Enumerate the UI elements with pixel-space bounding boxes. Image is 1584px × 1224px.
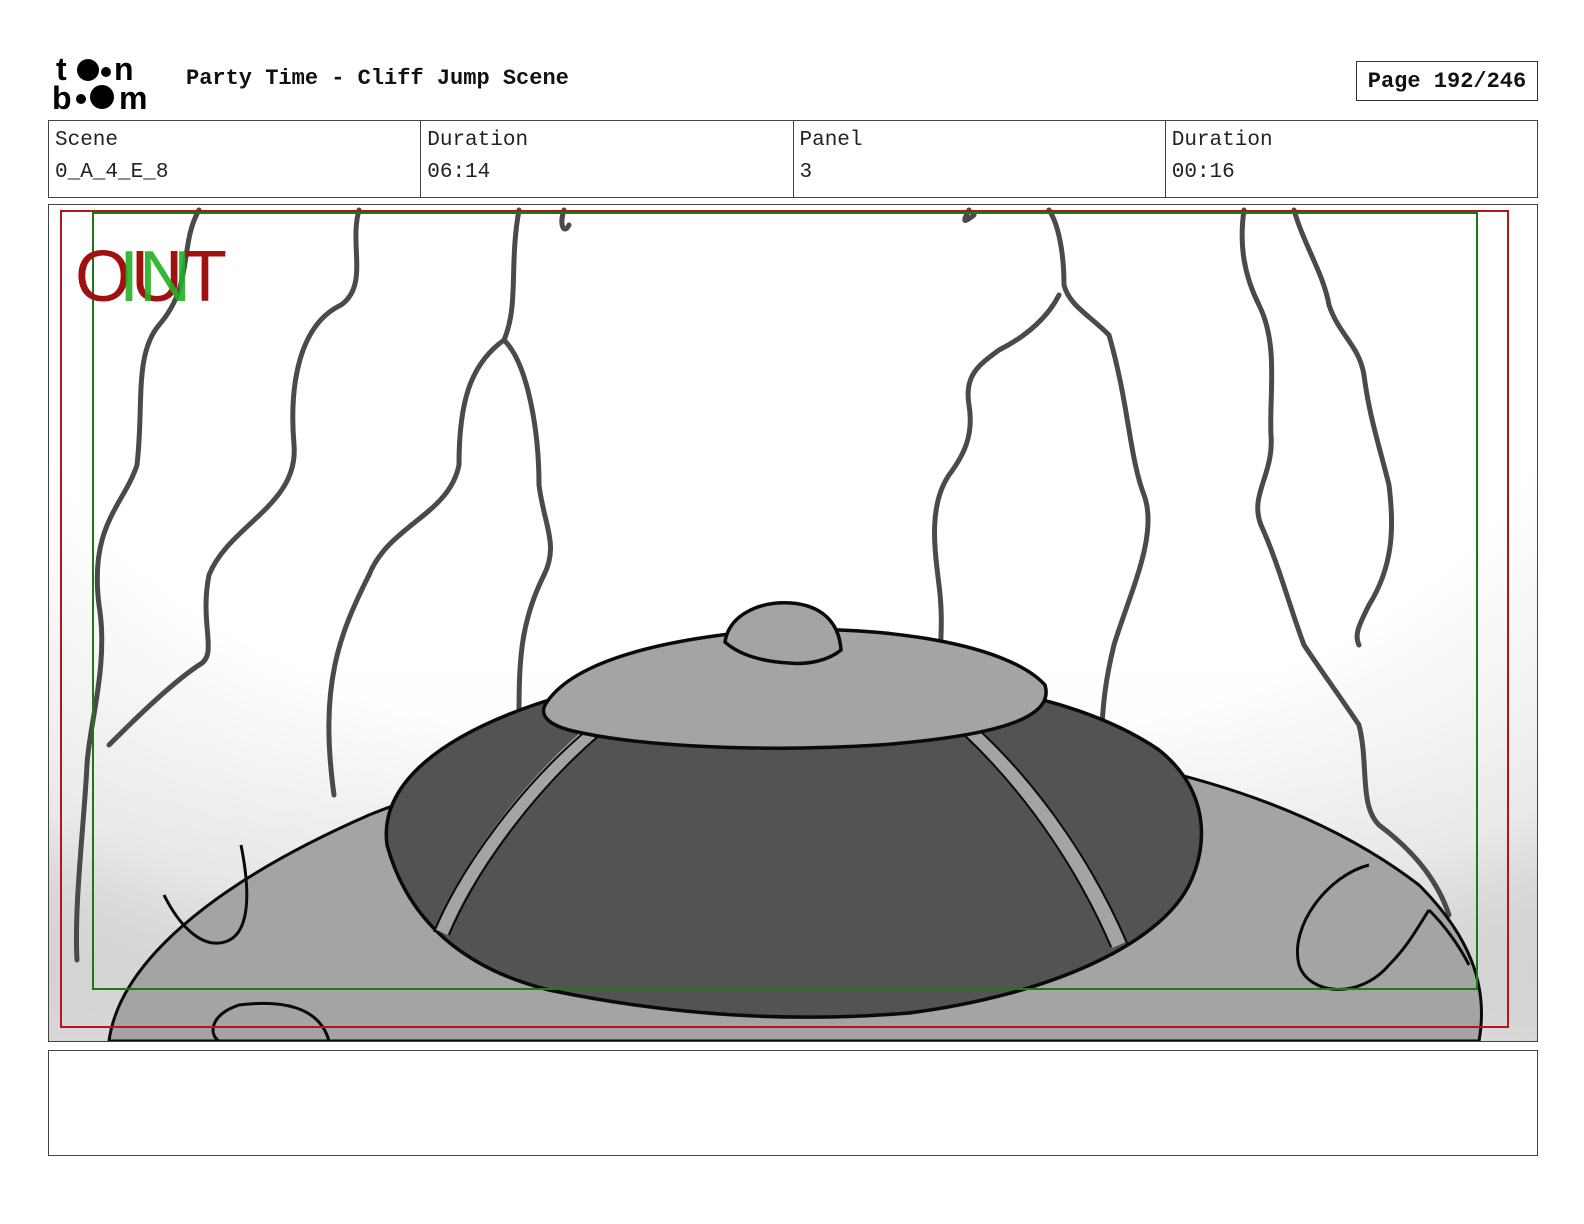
panel-duration-cell: Duration 00:16 (1166, 121, 1537, 197)
panel-label: Panel (799, 129, 863, 152)
page-number: Page 192/246 (1356, 61, 1538, 101)
panel-value: 3 (799, 161, 813, 184)
panel-duration-label: Duration (1171, 129, 1273, 152)
svg-text:m: m (119, 80, 147, 112)
svg-text:b: b (52, 80, 72, 112)
panel-cell: Panel 3 (794, 121, 1166, 197)
document-title: Party Time - Cliff Jump Scene (186, 66, 569, 91)
scene-label: Scene (55, 129, 119, 152)
panel-notes (48, 1050, 1538, 1156)
scene-duration-label: Duration (427, 129, 529, 152)
storyboard-panel: OUT IN (48, 204, 1538, 1042)
scene-duration-value: 06:14 (427, 161, 491, 184)
panel-duration-value: 00:16 (1171, 161, 1235, 184)
in-marker: IN (119, 237, 191, 317)
toon-boom-logo: t n b m (52, 52, 147, 112)
scene-info-table: Scene 0_A_4_E_8 Duration 06:14 Panel 3 D… (48, 120, 1538, 198)
scene-cell: Scene 0_A_4_E_8 (49, 121, 422, 197)
scene-value: 0_A_4_E_8 (55, 161, 169, 184)
scene-duration-cell: Duration 06:14 (421, 121, 794, 197)
panel-sketch: OUT IN (49, 205, 1537, 1041)
